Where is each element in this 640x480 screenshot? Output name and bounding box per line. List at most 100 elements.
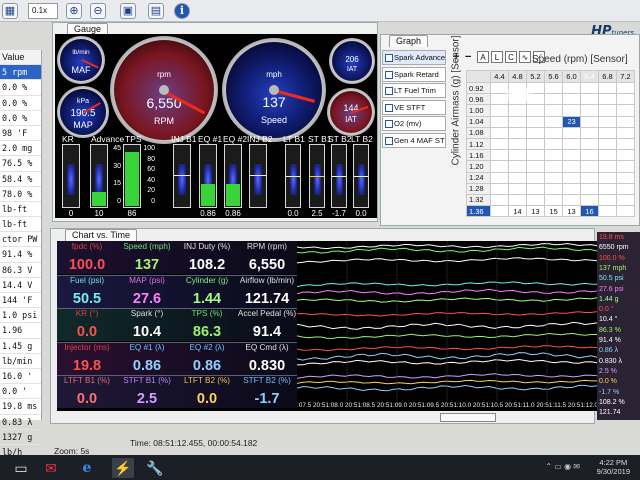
table-cell[interactable] [598, 205, 617, 218]
time-scrollbar[interactable] [440, 413, 496, 422]
chart-value-cell[interactable]: Cylinder (g) 1.44 [177, 275, 237, 308]
left-panel-value[interactable]: 1327 g [0, 430, 41, 445]
chart-value-cell[interactable]: Fuel (psi) 50.5 [57, 275, 117, 308]
table-cell[interactable] [598, 182, 617, 195]
table-cell[interactable] [508, 171, 527, 184]
table-cell[interactable] [544, 149, 563, 162]
left-panel-value[interactable]: 0.83 λ [0, 415, 41, 430]
graph-channel-item[interactable]: Spark Advance [382, 50, 446, 65]
table-column-header[interactable]: 6.4 [580, 70, 599, 83]
left-panel-value[interactable]: 2.0 mg [0, 141, 41, 157]
table-cell[interactable] [562, 193, 581, 207]
table-cell[interactable] [508, 104, 527, 117]
table-cell[interactable] [598, 160, 617, 173]
table-cell[interactable] [508, 115, 527, 128]
table-cell[interactable] [526, 160, 545, 173]
table-column-header[interactable]: 4.4 [490, 70, 509, 83]
table-cell[interactable] [490, 149, 509, 162]
table-cell[interactable] [526, 126, 545, 139]
left-panel-value[interactable]: 19.8 ms [0, 399, 41, 415]
table-cell[interactable] [490, 205, 509, 218]
table-cell[interactable] [616, 193, 635, 207]
table-row-header[interactable]: 1.08 [466, 126, 491, 139]
table-cell[interactable] [616, 137, 635, 151]
left-panel-value[interactable]: 5 rpm [0, 65, 41, 81]
table-cell[interactable] [508, 160, 527, 173]
table-cell[interactable] [580, 149, 599, 162]
table-column-header[interactable]: 6.0 [562, 70, 581, 83]
table-cell[interactable]: 13 [562, 205, 581, 218]
zoom-out-icon[interactable]: ⊖ [90, 3, 106, 19]
table-cell[interactable] [616, 182, 635, 195]
time-plot[interactable] [297, 241, 597, 401]
tab-chart-vs-time[interactable]: Chart vs. Time [65, 229, 138, 241]
table-cell[interactable]: 13 [526, 205, 545, 218]
layout-icon[interactable]: ▣ [120, 3, 136, 19]
table-cell[interactable] [490, 182, 509, 195]
file-explorer-icon[interactable]: ▭ [10, 458, 32, 478]
zoom-in-icon[interactable]: ⊕ [66, 3, 82, 19]
table-cell[interactable] [508, 193, 527, 207]
left-panel-value[interactable]: 98 'F [0, 126, 41, 142]
chart-value-cell[interactable]: fpdc (%) 100.0 [57, 241, 117, 274]
vcm-editor-icon[interactable]: 🔧 [144, 458, 166, 478]
table-cell[interactable] [526, 149, 545, 162]
graph-l-button[interactable]: L [491, 51, 503, 63]
table-cell[interactable] [526, 104, 545, 117]
table-cell[interactable] [616, 160, 635, 173]
graph-wave-icon[interactable]: ∿ [519, 51, 531, 63]
left-panel-value[interactable]: 1.45 g [0, 339, 41, 354]
table-row-header[interactable]: 1.28 [466, 182, 491, 195]
graph-channel-item[interactable]: O2 (mv) [382, 116, 446, 131]
table-column-header[interactable]: 4.8 [508, 70, 527, 83]
table-row-header[interactable]: 0.92 [466, 81, 491, 95]
chart-value-cell[interactable]: MAP (psi) 27.6 [117, 275, 177, 308]
table-cell[interactable] [544, 160, 563, 173]
chart-value-cell[interactable]: Airflow (lb/min) 121.74 [237, 275, 297, 308]
chart-value-cell[interactable]: TPS (%) 86.3 [177, 308, 237, 341]
chart-value-cell[interactable]: LTFT B1 (%) 0.0 [57, 375, 117, 408]
left-panel-value[interactable]: 0.0 ' [0, 384, 41, 400]
table-cell[interactable] [562, 81, 581, 95]
table-cell[interactable] [562, 126, 581, 139]
table-cell[interactable]: 15 [544, 205, 563, 218]
save-icon[interactable]: ▤ [148, 3, 164, 19]
table-column-header[interactable]: 5.6 [544, 70, 563, 83]
chart-value-cell[interactable]: LTFT B2 (%) 0.0 [177, 375, 237, 408]
table-cell[interactable] [490, 137, 509, 151]
table-cell[interactable] [616, 115, 635, 128]
table-cell[interactable] [562, 104, 581, 117]
table-cell[interactable] [580, 160, 599, 173]
table-cell[interactable] [526, 137, 545, 151]
left-panel-value[interactable]: 0.0 % [0, 96, 41, 111]
table-cell[interactable] [598, 93, 617, 106]
table-cell[interactable] [580, 115, 599, 128]
table-row-header[interactable]: 1.32 [466, 193, 491, 207]
table-row-header[interactable]: 1.20 [466, 160, 491, 173]
table-cell[interactable] [580, 104, 599, 117]
vcm-scanner-icon[interactable]: ⚡ [112, 458, 134, 478]
table-column-header[interactable]: 7.2 [616, 70, 635, 83]
table-cell[interactable] [544, 171, 563, 184]
system-tray[interactable]: ⌃ ▭ ◉ ✉ [545, 462, 580, 471]
table-cell[interactable] [544, 182, 563, 195]
table-cell[interactable] [526, 182, 545, 195]
chart-value-cell[interactable]: Speed (mph) 137 [117, 241, 177, 274]
table-cell[interactable] [598, 104, 617, 117]
table-cell[interactable] [490, 104, 509, 117]
chart-value-cell[interactable]: Spark (°) 10.4 [117, 308, 177, 341]
table-row-header[interactable]: 1.24 [466, 171, 491, 184]
table-cell[interactable] [490, 126, 509, 139]
table-cell[interactable]: 16 [580, 205, 599, 218]
table-cell[interactable] [598, 126, 617, 139]
table-cell[interactable] [598, 171, 617, 184]
table-cell[interactable] [598, 115, 617, 128]
table-row-header[interactable]: 1.16 [466, 149, 491, 162]
left-panel-value[interactable]: 14.4 V [0, 278, 41, 293]
chart-value-cell[interactable]: Injector (ms) 19.8 [57, 342, 117, 375]
table-cell[interactable] [544, 137, 563, 151]
left-panel-value[interactable]: ctor PW [0, 232, 41, 248]
chart-value-cell[interactable]: STFT B1 (%) 2.5 [117, 375, 177, 408]
chart-value-cell[interactable]: STFT B2 (%) -1.7 [237, 375, 297, 408]
left-panel-value[interactable]: 91.4 % [0, 247, 41, 263]
